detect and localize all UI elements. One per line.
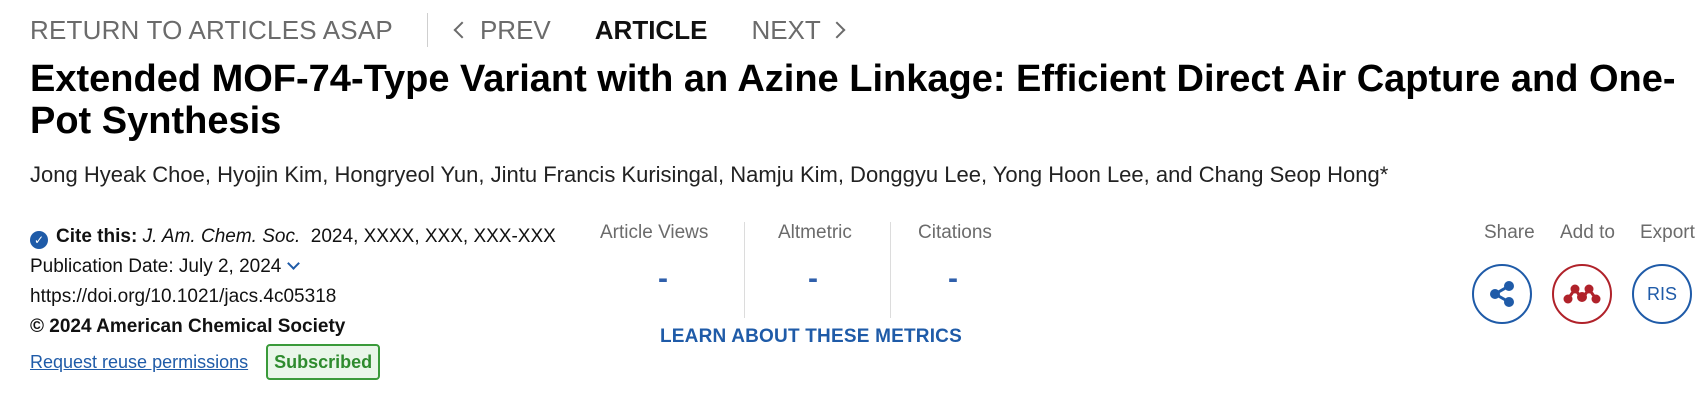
prev-link[interactable]: PREV <box>453 14 551 46</box>
article-tab[interactable]: ARTICLE <box>595 15 708 46</box>
journal-name: J. Am. Chem. Soc. <box>142 226 301 247</box>
nav-divider <box>426 13 428 47</box>
cite-this-line: ✓ Cite this: J. Am. Chem. Soc. 2024, XXXX… <box>30 222 560 252</box>
chevron-down-icon <box>287 257 301 270</box>
chevron-left-icon <box>453 21 471 39</box>
article-nav: RETURN TO ARTICLES ASAP PREV ARTICLE NEX… <box>30 12 846 48</box>
metric-divider <box>890 222 891 318</box>
next-label: NEXT <box>751 14 821 45</box>
export-label: Export <box>1640 222 1695 243</box>
metric-label: Citations <box>918 222 992 243</box>
metric-value: - <box>948 262 958 295</box>
add-to-mendeley-button[interactable] <box>1552 264 1612 324</box>
add-to-label: Add to <box>1560 222 1615 243</box>
metric-altmetric: Altmetric - <box>778 222 888 318</box>
article-title: Extended MOF-74-Type Variant with an Azi… <box>30 58 1676 142</box>
reuse-row: Request reuse permissions Subscribed <box>30 344 560 380</box>
share-button[interactable] <box>1472 264 1532 324</box>
mendeley-icon <box>1563 284 1601 304</box>
learn-metrics-link[interactable]: LEARN ABOUT THESE METRICS <box>660 326 962 348</box>
chevron-right-icon <box>828 21 846 39</box>
metric-article-views: Article Views - <box>600 222 740 318</box>
check-circle-icon: ✓ <box>30 231 48 249</box>
citation-ref: 2024, XXXX, XXX, XXX-XXX <box>310 226 556 247</box>
next-link[interactable]: NEXT <box>751 14 846 46</box>
copyright: © 2024 American Chemical Society <box>30 312 560 342</box>
metric-label: Altmetric <box>778 222 852 243</box>
cite-label: Cite this: <box>56 226 138 247</box>
subscribed-badge: Subscribed <box>266 344 381 380</box>
export-ris-button[interactable]: RIS <box>1632 264 1692 324</box>
metric-label: Article Views <box>600 222 709 243</box>
return-to-articles-link[interactable]: RETURN TO ARTICLES ASAP <box>30 15 393 46</box>
reuse-permissions-link[interactable]: Request reuse permissions <box>30 347 248 377</box>
metric-value: - <box>658 262 668 295</box>
metric-citations: Citations - <box>918 222 1028 318</box>
publication-date: Publication Date: July 2, 2024 <box>30 256 282 277</box>
author-list[interactable]: Jong Hyeak Choe, Hyojin Kim, Hongryeol Y… <box>30 162 1388 188</box>
publication-date-toggle[interactable]: Publication Date: July 2, 2024 <box>30 252 560 282</box>
share-icon <box>1490 281 1514 307</box>
share-label: Share <box>1484 222 1535 243</box>
doi-link[interactable]: https://doi.org/10.1021/jacs.4c05318 <box>30 282 560 312</box>
prev-label: PREV <box>479 14 551 45</box>
citation-block: ✓ Cite this: J. Am. Chem. Soc. 2024, XXXX… <box>30 222 560 380</box>
copyright-text: © 2024 American Chemical Society <box>30 316 346 337</box>
metric-value: - <box>808 262 818 295</box>
metric-divider <box>744 222 745 318</box>
